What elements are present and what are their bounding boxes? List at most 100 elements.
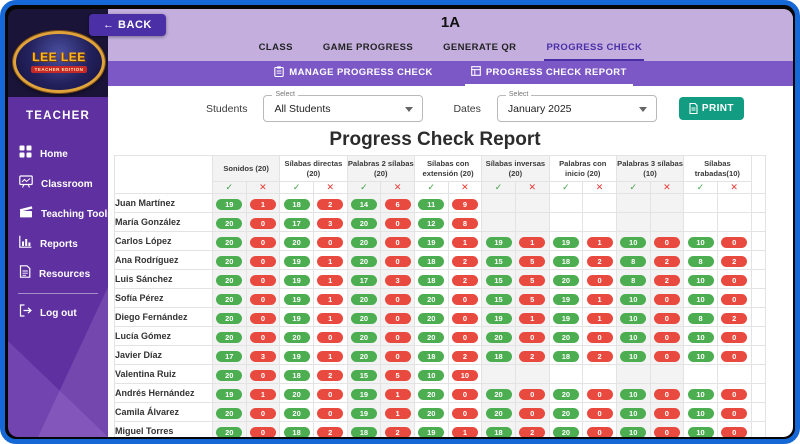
score-cell-correct: 15 — [481, 288, 516, 308]
score-cell-incorrect: 2 — [447, 250, 483, 270]
score-cell-incorrect: 1 — [514, 307, 550, 327]
score-cell-correct: 19 — [548, 307, 584, 327]
score-cell-incorrect: 9 — [447, 193, 483, 213]
filters-row: Students Select All Students Dates Selec… — [206, 91, 793, 122]
score-cell-correct: 8 — [683, 307, 718, 327]
score-cell-incorrect: 1 — [514, 231, 550, 251]
score-cell-incorrect: 5 — [514, 250, 550, 270]
back-button[interactable]: ← BACK — [89, 14, 166, 36]
clipboard-icon — [274, 65, 285, 80]
pill-correct: 10 — [620, 294, 647, 305]
sidebar-item-home[interactable]: Home — [8, 139, 108, 169]
score-cell-incorrect: 0 — [582, 383, 617, 403]
incorrect-column-icon: ✕ — [514, 181, 550, 194]
score-cell-correct: 12 — [413, 212, 449, 232]
sidebar-item-reports[interactable]: Reports — [8, 229, 108, 259]
score-cell-correct: 20 — [346, 288, 382, 308]
pill-incorrect: 1 — [317, 275, 344, 286]
sidebar-item-classroom[interactable]: Classroom — [8, 169, 108, 199]
sidebar-divider — [18, 293, 98, 294]
score-cell-incorrect: 0 — [245, 212, 281, 232]
pill-incorrect: 5 — [384, 370, 411, 381]
spacer-cell — [750, 364, 767, 384]
sidebar-item-resources[interactable]: Resources — [8, 259, 108, 289]
score-cell-incorrect: 0 — [245, 231, 281, 251]
pill-correct: 20 — [350, 218, 377, 229]
pill-incorrect: 5 — [519, 256, 546, 267]
students-select[interactable]: Select All Students — [263, 91, 424, 122]
score-cell-correct: 10 — [615, 326, 651, 346]
pill-incorrect: 1 — [586, 237, 613, 248]
score-cell-correct: 19 — [279, 345, 314, 365]
incorrect-column-icon: ✕ — [447, 181, 483, 194]
score-cell-correct: 19 — [548, 231, 584, 251]
pill-incorrect: 0 — [317, 389, 344, 400]
student-name: Valentina Ruiz — [114, 364, 213, 384]
tab-progress-check[interactable]: PROGRESS CHECK — [544, 38, 645, 61]
score-cell-correct: 10 — [413, 364, 449, 384]
student-name: Lucía Gómez — [114, 326, 213, 346]
score-cell-incorrect: 2 — [514, 345, 550, 365]
dates-select[interactable]: Select January 2025 — [496, 91, 657, 122]
pill-incorrect: 2 — [317, 199, 344, 210]
spacer-cell — [750, 383, 767, 403]
progress-check-subbar: MANAGE PROGRESS CHECK PROGRESS CHECK REPO… — [108, 61, 793, 86]
score-cell-incorrect: 1 — [312, 250, 348, 270]
pill-correct: 18 — [485, 351, 512, 362]
spacer-cell — [750, 250, 767, 270]
pill-correct: 10 — [620, 389, 647, 400]
score-cell-correct: 10 — [683, 231, 718, 251]
pill-correct: 19 — [283, 313, 310, 324]
score-cell-correct: 15 — [481, 250, 516, 270]
score-cell-correct: 14 — [346, 193, 382, 213]
pill-correct: 18 — [485, 427, 512, 437]
score-cell-incorrect: 0 — [514, 383, 550, 403]
pill-correct: 19 — [552, 313, 579, 324]
student-name: Luis Sánchez — [114, 269, 213, 289]
score-cell-incorrect: 0 — [649, 402, 685, 422]
pill-correct: 19 — [552, 294, 579, 305]
pill-incorrect: 1 — [384, 389, 411, 400]
pill-incorrect: 0 — [586, 408, 613, 419]
score-cell-correct: 15 — [481, 269, 516, 289]
subtab-label: MANAGE PROGRESS CHECK — [289, 67, 433, 78]
student-row: Lucía Gómez 20 0 20 0 20 0 20 0 20 0 20 0 10 0 10 0 — [114, 326, 767, 346]
pill-incorrect: 2 — [519, 351, 546, 362]
tab-generate-qr[interactable]: GENERATE QR — [441, 38, 518, 61]
pill-incorrect: 5 — [519, 294, 546, 305]
score-cell-correct: 20 — [548, 421, 584, 437]
sidebar-item-teaching-tools[interactable]: Teaching Tools — [8, 199, 108, 229]
print-button[interactable]: PRINT — [678, 97, 744, 120]
home-grid-icon — [19, 145, 32, 163]
empty-cell — [683, 212, 718, 232]
score-cell-correct: 10 — [615, 402, 651, 422]
empty-cell — [481, 364, 516, 384]
pill-correct: 10 — [687, 389, 714, 400]
empty-cell — [514, 212, 550, 232]
tab-game-progress[interactable]: GAME PROGRESS — [321, 38, 415, 61]
empty-cell — [481, 212, 516, 232]
subtab-manage-progress-check[interactable]: MANAGE PROGRESS CHECK — [268, 61, 439, 86]
score-cell-correct: 18 — [481, 345, 516, 365]
score-cell-correct: 20 — [211, 421, 247, 437]
pill-incorrect: 0 — [249, 294, 276, 305]
students-select-value: All Students — [274, 102, 331, 115]
pill-correct: 19 — [283, 275, 310, 286]
score-cell-correct: 20 — [346, 231, 382, 251]
pill-incorrect: 0 — [653, 427, 680, 437]
column-group-header: Palabras 3 sílabas (10) — [615, 155, 685, 182]
score-cell-incorrect: 0 — [245, 402, 281, 422]
empty-cell — [649, 212, 685, 232]
pill-incorrect: 5 — [519, 275, 546, 286]
empty-cell — [683, 193, 718, 213]
score-cell-correct: 20 — [413, 288, 449, 308]
tab-class[interactable]: CLASS — [257, 38, 295, 61]
student-row: Javier Díaz 17 3 19 1 20 0 18 2 18 2 18 2 10 0 10 0 — [114, 345, 767, 365]
student-row: Diego Fernández 20 0 19 1 20 0 20 0 19 1 19 1 10 0 8 2 — [114, 307, 767, 327]
correct-column-icon: ✓ — [683, 181, 718, 194]
score-cell-incorrect: 0 — [447, 307, 483, 327]
spacer-cell — [750, 421, 767, 437]
score-cell-correct: 19 — [279, 307, 314, 327]
subtab-progress-check-report[interactable]: PROGRESS CHECK REPORT — [464, 61, 633, 86]
correct-column-icon: ✓ — [615, 181, 651, 194]
